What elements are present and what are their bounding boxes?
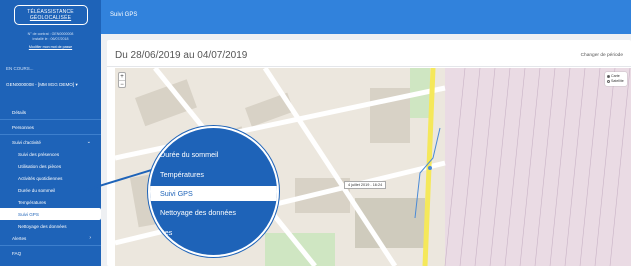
device-selector[interactable]: GEN0000008 - [MM 8GG DEMO] ▾ [0, 82, 101, 88]
chevron-right-icon: › [89, 235, 91, 241]
divider [107, 66, 631, 67]
radio-icon [607, 75, 610, 78]
sidebar-item-faq[interactable]: FAQ [0, 247, 101, 259]
sidebar-item-presence[interactable]: Suivi des présences [0, 148, 101, 160]
menu-magnifier: Durée du sommeil Températures Suivi GPS … [148, 126, 279, 257]
sidebar-item-activity[interactable]: Suivi d'activité ⌄ [0, 136, 101, 148]
sidebar-item-label: Suivi d'activité [12, 139, 41, 145]
section-label: EN COURS... [6, 66, 34, 71]
zoom-in-button[interactable]: + [119, 73, 125, 80]
sidebar-item-label: Durée du sommeil [18, 187, 56, 193]
sidebar-item-label: Alertes [12, 235, 27, 241]
sidebar-item-label: Utilisation des pièces [18, 163, 62, 169]
zoom-control: + − [118, 72, 126, 88]
map-popup: 4 juillet 2019 - 16:24 [344, 181, 387, 189]
magnifier-item-temperatures[interactable]: Températures [160, 170, 204, 179]
topbar: Suivi GPS [101, 0, 631, 34]
magnifier-item-data-cleanup[interactable]: Nettoyage des données [160, 208, 236, 217]
change-period-button[interactable]: Changer de période [581, 53, 623, 58]
sidebar-item-details[interactable]: Détails [0, 106, 101, 118]
sidebar-item-rooms[interactable]: Utilisation des pièces [0, 160, 101, 172]
layer-control: Carte Satellite [605, 72, 627, 86]
brand-line-2: GÉOLOCALISÉE [29, 15, 72, 21]
sidebar-item-daily[interactable]: Activités quotidiennes [0, 172, 101, 184]
radio-icon [607, 80, 610, 83]
page-title: Suivi GPS [110, 12, 138, 18]
chevron-down-icon: ⌄ [86, 139, 91, 145]
sidebar-item-label: Suivi des présences [18, 151, 60, 157]
gps-point [428, 166, 432, 170]
sidebar-item-data-cleanup[interactable]: Nettoyage des données [0, 220, 101, 232]
sidebar-item-label: Détails [12, 109, 27, 115]
zoom-out-button[interactable]: − [119, 81, 125, 88]
magnifier-item-alerts[interactable]: Alertes [150, 228, 172, 237]
divider [0, 245, 101, 246]
sidebar-item-label: Températures [18, 199, 47, 205]
sidebar-item-label: Suivi GPS [18, 211, 39, 217]
contract-info: N° de contrat : GEN0000008 installé le :… [0, 32, 101, 42]
sidebar-nav: Détails Personnes Suivi d'activité ⌄ Suiv… [0, 106, 101, 259]
layer-label: Satellite [611, 79, 624, 83]
contract-install-date: installé le : 06/07/2018 [32, 37, 69, 41]
sidebar-header: TÉLÉASSISTANCE GÉOLOCALISÉE [0, 0, 101, 30]
sidebar-item-label: Nettoyage des données [18, 223, 67, 229]
brand-logo[interactable]: TÉLÉASSISTANCE GÉOLOCALISÉE [13, 5, 88, 25]
sidebar-item-gps[interactable]: Suivi GPS [0, 208, 101, 220]
sidebar: TÉLÉASSISTANCE GÉOLOCALISÉE N° de contra… [0, 0, 101, 266]
sidebar-item-persons[interactable]: Personnes [0, 121, 101, 133]
layer-option-satellite[interactable]: Satellite [607, 79, 625, 84]
magnifier-item-sleep[interactable]: Durée du sommeil [160, 150, 218, 159]
sidebar-item-temperatures[interactable]: Températures [0, 196, 101, 208]
divider [0, 134, 101, 135]
date-range-title: Du 28/06/2019 au 04/07/2019 [115, 50, 248, 61]
magnifier-item-gps[interactable]: Suivi GPS [160, 189, 193, 198]
divider [0, 119, 101, 120]
change-password-link[interactable]: Modifier mon mot de passe [0, 45, 101, 49]
sidebar-item-label: FAQ [12, 250, 22, 256]
sidebar-item-alerts[interactable]: Alertes › [0, 232, 101, 244]
sidebar-item-label: Activités quotidiennes [18, 175, 63, 181]
sidebar-item-label: Personnes [12, 124, 34, 130]
